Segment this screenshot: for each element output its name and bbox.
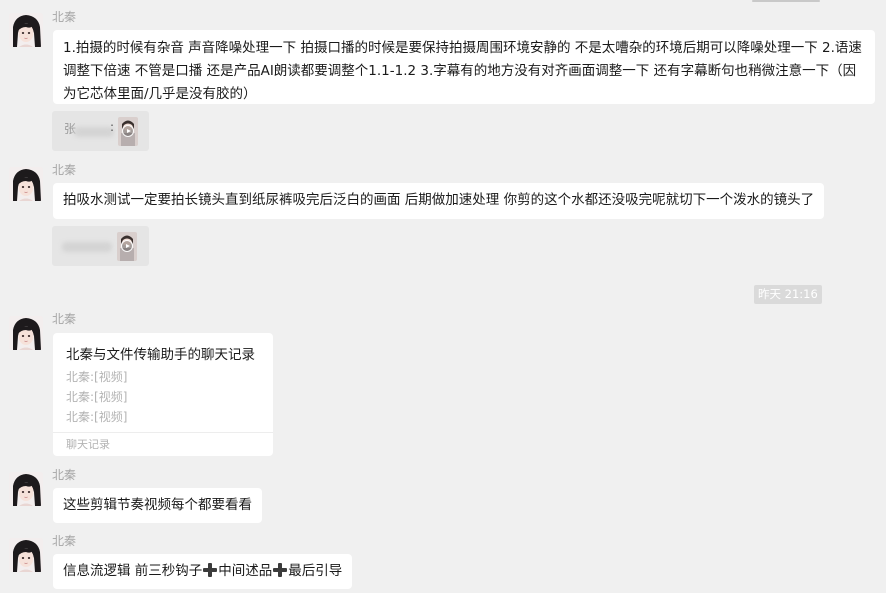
avatar-image [9,538,43,572]
video-thumbnail[interactable] [118,117,138,146]
message-text-part: 最后引导 [288,563,343,579]
sender-name: 北秦 [52,163,77,177]
message-bubble[interactable]: 1.拍摄的时候有杂音 声音降噪处理一下 拍摄口播的时候是要保持拍摄周围环境安静的… [53,30,875,104]
timestamp: 昨天 21:16 [754,285,822,304]
chat-record-line: 北秦:[视频] [66,390,128,404]
chat-record-line: 北秦:[视频] [66,370,128,384]
chat-record-title: 北秦与文件传输助手的聊天记录 [66,347,255,363]
video-attachment[interactable] [52,226,149,266]
avatar[interactable] [9,167,43,201]
avatar[interactable] [9,13,43,47]
message-text-part: 信息流逻辑 前三秒钩子 [63,563,203,579]
video-attachment[interactable]: 张 : [52,111,149,151]
message-bubble[interactable]: 拍吸水测试一定要拍长镜头直到纸尿裤吸完后泛白的画面 后期做加速处理 你剪的这个水… [53,183,825,219]
blurred-name [62,242,112,252]
scroll-edge-indicator [752,0,820,2]
attachment-colon: : [110,120,115,134]
avatar[interactable] [9,316,43,350]
card-divider [53,432,273,433]
sender-name: 北秦 [52,468,77,482]
message-bubble[interactable]: 这些剪辑节奏视频每个都要看看 [53,488,262,523]
chat-record-footer: 聊天记录 [66,438,110,451]
sender-name: 北秦 [52,534,77,548]
avatar[interactable] [9,538,43,572]
sender-name: 北秦 [52,312,77,326]
message-bubble[interactable]: 信息流逻辑 前三秒钩子 中间述品 最后引导 [53,554,353,589]
avatar-image [9,167,43,201]
video-play-icon [121,240,133,252]
sender-name: 北秦 [52,10,77,24]
heavy-plus-icon [273,563,288,577]
blurred-name [74,127,114,137]
chat-record-card[interactable]: 北秦与文件传输助手的聊天记录 北秦:[视频] 北秦:[视频] 北秦:[视频] 聊… [53,333,273,456]
chat-record-line: 北秦:[视频] [66,410,128,424]
video-play-icon [122,125,134,137]
avatar-image [9,472,43,506]
heavy-plus-icon [203,563,218,577]
avatar[interactable] [9,472,43,506]
avatar-image [9,316,43,350]
message-text-part: 中间述品 [218,563,273,579]
video-thumbnail[interactable] [117,232,137,261]
avatar-image [9,13,43,47]
